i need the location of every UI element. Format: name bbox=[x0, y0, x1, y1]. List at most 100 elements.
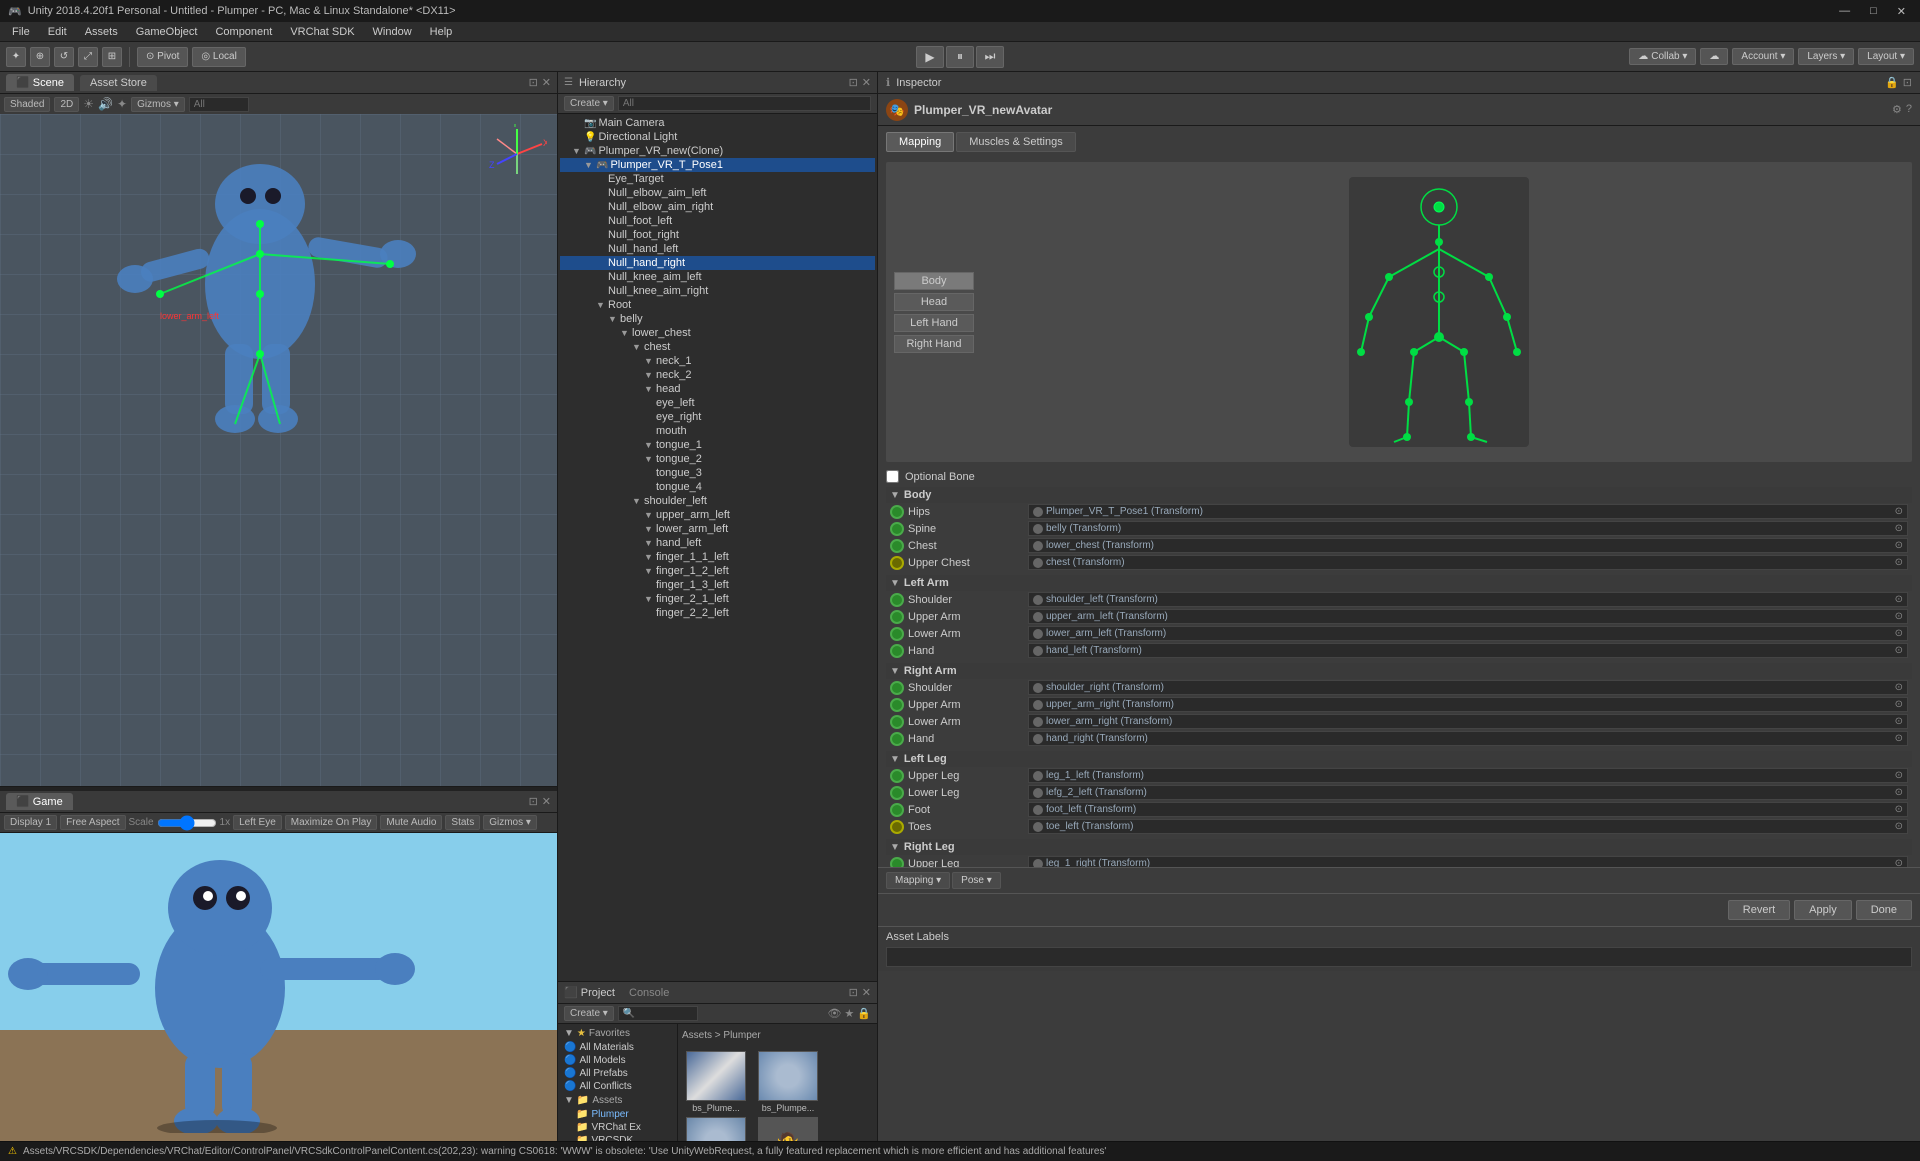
chest-value[interactable]: lower_chest (Transform) ⊙ bbox=[1028, 538, 1908, 553]
cloud-button[interactable]: ☁ bbox=[1700, 48, 1728, 65]
local-button[interactable]: ◎ Local bbox=[192, 47, 245, 67]
hierarchy-create-btn[interactable]: Create ▾ bbox=[564, 96, 614, 111]
hips-link[interactable]: ⊙ bbox=[1895, 506, 1903, 517]
project-close[interactable]: ✕ bbox=[862, 986, 871, 999]
tree-item-finger-2-1-left[interactable]: ▼ finger_2_1_left bbox=[560, 592, 875, 606]
left-eye-btn[interactable]: Left Eye bbox=[233, 815, 282, 830]
scene-light-icon[interactable]: ☀ bbox=[83, 97, 94, 111]
game-gizmos-btn[interactable]: Gizmos ▾ bbox=[483, 815, 537, 830]
tree-item-neck1[interactable]: ▼ neck_1 bbox=[560, 354, 875, 368]
tree-item-null-hand-left[interactable]: Null_hand_left bbox=[560, 242, 875, 256]
scene-fx-icon[interactable]: ✦ bbox=[117, 97, 127, 111]
hierarchy-search-input[interactable] bbox=[618, 96, 871, 111]
close-button[interactable]: ✕ bbox=[1891, 5, 1912, 18]
tree-item-null-knee-right[interactable]: Null_knee_aim_right bbox=[560, 284, 875, 298]
menu-file[interactable]: File bbox=[4, 25, 38, 39]
game-close-icon[interactable]: ✕ bbox=[542, 795, 551, 808]
left-hand-value[interactable]: hand_left (Transform) ⊙ bbox=[1028, 643, 1908, 658]
project-search-input[interactable] bbox=[618, 1006, 698, 1021]
menu-edit[interactable]: Edit bbox=[40, 25, 75, 39]
maximize-on-play-btn[interactable]: Maximize On Play bbox=[285, 815, 378, 830]
tree-item-null-foot-left[interactable]: Null_foot_left bbox=[560, 214, 875, 228]
tree-item-null-elbow-left[interactable]: Null_elbow_aim_left bbox=[560, 186, 875, 200]
collab-button[interactable]: ☁ Collab ▾ bbox=[1629, 48, 1696, 65]
tree-item-tongue2[interactable]: ▼ tongue_2 bbox=[560, 452, 875, 466]
project-maximize[interactable]: ⊡ bbox=[849, 986, 858, 999]
all-prefabs-folder[interactable]: 🔵All Prefabs bbox=[560, 1067, 675, 1080]
vrchat-ex-folder[interactable]: 📁VRChat Ex bbox=[560, 1121, 675, 1134]
tree-item-lower-chest[interactable]: ▼ lower_chest bbox=[560, 326, 875, 340]
tree-item-finger-1-3-left[interactable]: finger_1_3_left bbox=[560, 578, 875, 592]
done-button[interactable]: Done bbox=[1856, 900, 1912, 920]
tree-item-chest[interactable]: ▼ chest bbox=[560, 340, 875, 354]
project-eye-icon[interactable]: 👁 bbox=[827, 1007, 841, 1020]
scene-tab[interactable]: ⬛ Scene bbox=[6, 74, 74, 91]
all-conflicts-folder[interactable]: 🔵All Conflicts bbox=[560, 1080, 675, 1093]
inspector-settings-icon[interactable]: ⚙ bbox=[1892, 103, 1902, 116]
tree-item-null-elbow-right[interactable]: Null_elbow_aim_right bbox=[560, 200, 875, 214]
game-tab[interactable]: ⬛ Game bbox=[6, 793, 73, 810]
shading-dropdown[interactable]: Shaded bbox=[4, 97, 50, 112]
plumper-folder[interactable]: 📁Plumper bbox=[560, 1108, 675, 1121]
tree-item-lower-arm-left[interactable]: ▼ lower_arm_left bbox=[560, 522, 875, 536]
menu-vrchat-sdk[interactable]: VRChat SDK bbox=[282, 25, 362, 39]
scene-canvas[interactable]: lower_arm_left Persp X Y Z bbox=[0, 114, 557, 786]
all-materials-folder[interactable]: 🔵All Materials bbox=[560, 1041, 675, 1054]
tree-item-eye-target[interactable]: Eye_Target bbox=[560, 172, 875, 186]
display-dropdown[interactable]: Display 1 bbox=[4, 815, 57, 830]
scale-tool[interactable]: ⤢ bbox=[78, 47, 98, 67]
scene-audio-icon[interactable]: 🔊 bbox=[98, 97, 113, 111]
menu-assets[interactable]: Assets bbox=[77, 25, 126, 39]
tree-item-directional-light[interactable]: 💡 Directional Light bbox=[560, 130, 875, 144]
console-tab2[interactable]: Console bbox=[629, 987, 669, 999]
stats-btn[interactable]: Stats bbox=[445, 815, 480, 830]
project-create-btn[interactable]: Create ▾ bbox=[564, 1006, 614, 1021]
body-btn-right-hand[interactable]: Right Hand bbox=[894, 335, 974, 353]
hips-value[interactable]: Plumper_VR_T_Pose1 (Transform) ⊙ bbox=[1028, 504, 1908, 519]
pause-button[interactable]: ⏸ bbox=[946, 46, 974, 68]
tree-item-finger-1-2-left[interactable]: ▼ finger_1_2_left bbox=[560, 564, 875, 578]
menu-component[interactable]: Component bbox=[207, 25, 280, 39]
left-shoulder-value[interactable]: shoulder_left (Transform) ⊙ bbox=[1028, 592, 1908, 607]
tree-item-mouth[interactable]: mouth bbox=[560, 424, 875, 438]
menu-window[interactable]: Window bbox=[365, 25, 420, 39]
upper-chest-link[interactable]: ⊙ bbox=[1895, 557, 1903, 568]
minimize-button[interactable]: — bbox=[1833, 5, 1856, 18]
apply-button[interactable]: Apply bbox=[1794, 900, 1852, 920]
tree-item-tpose[interactable]: ▼ 🎮 Plumper_VR_T_Pose1 bbox=[560, 158, 875, 172]
body-btn-left-hand[interactable]: Left Hand bbox=[894, 314, 974, 332]
tree-item-root[interactable]: ▼ Root bbox=[560, 298, 875, 312]
tree-item-tongue4[interactable]: tongue_4 bbox=[560, 480, 875, 494]
muscles-settings-tab[interactable]: Muscles & Settings bbox=[956, 132, 1076, 152]
left-lower-arm-value[interactable]: lower_arm_left (Transform) ⊙ bbox=[1028, 626, 1908, 641]
inspector-help-icon[interactable]: ? bbox=[1906, 103, 1912, 116]
spine-value[interactable]: belly (Transform) ⊙ bbox=[1028, 521, 1908, 536]
tree-item-plumper-clone[interactable]: ▼ 🎮 Plumper_VR_new(Clone) bbox=[560, 144, 875, 158]
body-btn-body[interactable]: Body bbox=[894, 272, 974, 290]
tree-item-tongue1[interactable]: ▼ tongue_1 bbox=[560, 438, 875, 452]
console-tab[interactable]: ⬛ Project bbox=[564, 986, 615, 999]
tree-item-eye-left[interactable]: eye_left bbox=[560, 396, 875, 410]
aspect-dropdown[interactable]: Free Aspect bbox=[60, 815, 125, 830]
tree-item-eye-right[interactable]: eye_right bbox=[560, 410, 875, 424]
tree-item-head[interactable]: ▼ head bbox=[560, 382, 875, 396]
spine-link[interactable]: ⊙ bbox=[1895, 523, 1903, 534]
right-upper-leg-value[interactable]: leg_1_right (Transform) ⊙ bbox=[1028, 856, 1908, 867]
scene-maximize-icon[interactable]: ⊡ bbox=[529, 76, 538, 89]
upper-chest-value[interactable]: chest (Transform) ⊙ bbox=[1028, 555, 1908, 570]
layout-button[interactable]: Layout ▾ bbox=[1858, 48, 1914, 65]
tree-item-shoulder-left[interactable]: ▼ shoulder_left bbox=[560, 494, 875, 508]
rect-tool[interactable]: ⊞ bbox=[102, 47, 122, 67]
move-tool[interactable]: ⊕ bbox=[30, 47, 50, 67]
favorites-folder[interactable]: ▼ ★ Favorites bbox=[560, 1026, 675, 1041]
assets-root-folder[interactable]: ▼ 📁 Assets bbox=[560, 1093, 675, 1108]
inspector-maximize[interactable]: ⊡ bbox=[1903, 76, 1912, 89]
inspector-tab[interactable]: Inspector bbox=[896, 77, 941, 89]
asset-labels-field[interactable] bbox=[886, 947, 1912, 967]
scene-search-input[interactable] bbox=[189, 97, 249, 112]
gizmos-button[interactable]: Gizmos ▾ bbox=[131, 97, 185, 112]
chest-link[interactable]: ⊙ bbox=[1895, 540, 1903, 551]
hierarchy-close[interactable]: ✕ bbox=[862, 76, 871, 89]
hand-tool[interactable]: ✦ bbox=[6, 47, 26, 67]
tree-item-null-foot-right[interactable]: Null_foot_right bbox=[560, 228, 875, 242]
